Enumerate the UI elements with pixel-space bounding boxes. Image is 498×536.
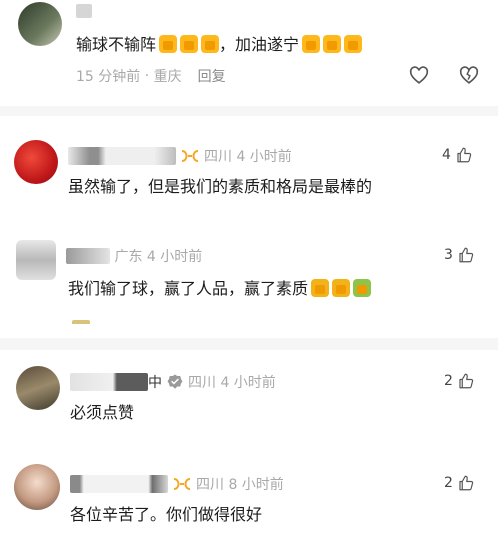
avatar[interactable] <box>14 464 60 510</box>
username-line: 四川 4 小时前 <box>68 146 292 166</box>
thumbs-up-emoji <box>323 35 342 53</box>
collapsed-preview-fragment <box>72 320 90 324</box>
username-blurred[interactable] <box>70 475 168 493</box>
avatar[interactable] <box>16 240 56 280</box>
timestamp: 4 小时前 <box>146 249 203 265</box>
comment-text: 我们输了球，赢了人品，赢了素质 <box>68 278 372 300</box>
thumbs-up-emoji <box>344 35 363 53</box>
thumb-up-icon <box>459 475 474 491</box>
like-count: 4 <box>442 147 451 163</box>
location: 四川 <box>204 149 232 165</box>
comment-meta: 15 分钟前 · 重庆 回复 <box>76 66 226 86</box>
comment-text-part2: ，加油遂宁 <box>219 35 300 54</box>
reply-button[interactable]: 回复 <box>198 66 226 86</box>
thumbs-up-emoji <box>302 35 321 53</box>
like-button[interactable]: 2 <box>444 372 475 390</box>
username-line: 四川 8 小时前 <box>70 474 284 494</box>
location: 四川 <box>196 477 224 493</box>
thumbs-up-emoji <box>159 35 178 53</box>
comment-text: 输球不输阵 ，加油遂宁 <box>76 34 363 56</box>
location: 四川 <box>188 375 216 391</box>
username-visible[interactable]: 中 <box>148 372 162 392</box>
comment-text-part1: 输球不输阵 <box>76 35 157 54</box>
avatar[interactable] <box>18 2 62 46</box>
like-button[interactable]: 2 <box>444 474 475 492</box>
like-button[interactable]: 3 <box>444 246 475 264</box>
comment-text-main: 我们输了球，赢了人品，赢了素质 <box>68 279 309 298</box>
divider <box>0 106 498 116</box>
thumbs-up-emoji <box>353 279 372 297</box>
thumb-up-icon <box>459 373 474 389</box>
location: 重庆 <box>153 69 182 85</box>
bow-badge-icon <box>173 478 191 490</box>
username-blurred[interactable] <box>76 4 92 18</box>
like-button[interactable]: 4 <box>442 146 473 164</box>
username-blurred[interactable] <box>68 147 176 165</box>
thumbs-up-emoji <box>180 35 199 53</box>
timestamp: 4 小时前 <box>236 149 292 165</box>
heart-icon[interactable] <box>408 64 430 86</box>
separator-dot: · <box>140 68 154 84</box>
bow-badge-icon <box>181 150 199 162</box>
username-blurred[interactable] <box>70 373 148 391</box>
comment-text: 必须点赞 <box>70 403 135 422</box>
avatar[interactable] <box>16 366 60 410</box>
comment-text: 虽然输了，但是我们的素质和格局是最棒的 <box>68 177 373 196</box>
username-line: 广东 4 小时前 <box>66 246 202 266</box>
like-count: 3 <box>444 247 453 263</box>
comment-text: 各位辛苦了。你们做得很好 <box>70 505 263 524</box>
location: 广东 <box>114 249 143 265</box>
thumbs-up-emoji <box>311 279 330 297</box>
thumbs-up-emoji <box>332 279 351 297</box>
username-blurred[interactable] <box>66 248 110 264</box>
avatar[interactable] <box>14 140 58 184</box>
thumbs-up-emoji <box>201 35 220 53</box>
timestamp: 4 小时前 <box>220 375 276 391</box>
like-count: 2 <box>444 475 453 491</box>
timestamp: 8 小时前 <box>228 477 284 493</box>
divider <box>0 338 498 350</box>
thumb-up-icon <box>459 247 474 263</box>
timestamp: 15 分钟前 <box>76 69 141 85</box>
like-count: 2 <box>444 373 453 389</box>
broken-heart-icon[interactable] <box>458 64 480 86</box>
username-line: 中 四川 4 小时前 <box>70 372 276 392</box>
verified-check-icon <box>167 374 183 389</box>
thumb-up-icon <box>457 147 472 163</box>
username-line <box>76 4 92 18</box>
